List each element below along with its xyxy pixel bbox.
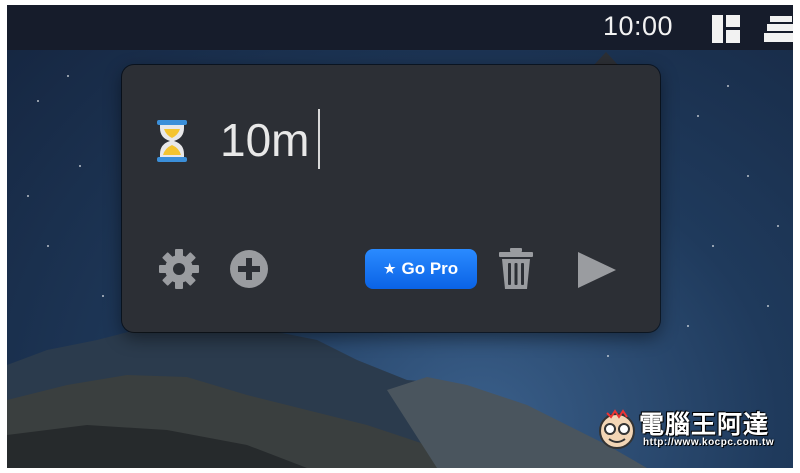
hourglass-icon	[157, 120, 187, 162]
menu-bar-clock[interactable]: 10:00	[603, 11, 673, 42]
play-icon[interactable]	[577, 251, 617, 289]
layout-grid-icon[interactable]	[711, 14, 741, 44]
desktop-background: 10:00 10m ★ Go Pro 電腦王阿達 http://www.kocp…	[7, 5, 793, 468]
watermark-url: http://www.kocpc.com.tw	[643, 437, 775, 448]
popover-caret	[594, 52, 618, 65]
trash-icon[interactable]	[498, 248, 534, 290]
site-watermark: 電腦王阿達 http://www.kocpc.com.tw	[597, 403, 787, 458]
text-cursor	[318, 109, 320, 169]
timer-popover: 10m ★ Go Pro	[122, 65, 660, 332]
mascot-logo	[599, 409, 635, 449]
timer-duration-input[interactable]: 10m	[220, 113, 309, 167]
menu-bar: 10:00	[7, 5, 793, 50]
go-pro-label: Go Pro	[401, 259, 459, 278]
stacked-windows-icon[interactable]	[764, 15, 793, 43]
plus-circle-icon[interactable]	[229, 249, 269, 289]
go-pro-button[interactable]: ★ Go Pro	[365, 249, 477, 289]
watermark-title: 電腦王阿達	[639, 411, 770, 439]
star-icon: ★	[383, 261, 396, 276]
gear-icon[interactable]	[157, 247, 201, 291]
